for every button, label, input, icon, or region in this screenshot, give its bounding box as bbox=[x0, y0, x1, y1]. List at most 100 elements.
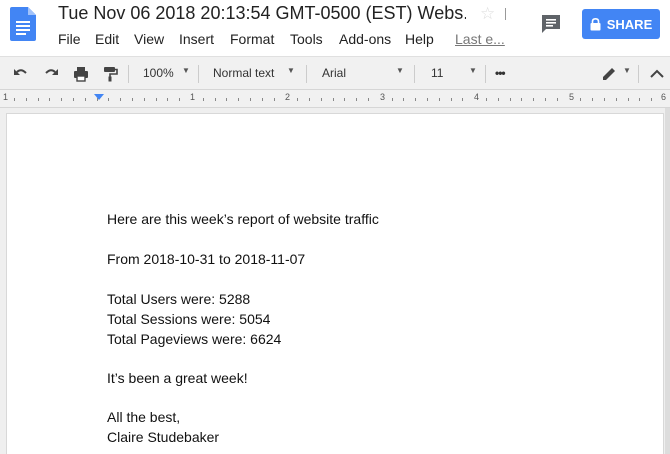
title-divider bbox=[505, 8, 506, 20]
ruler-tick bbox=[155, 98, 157, 101]
menu-addons[interactable]: Add-ons bbox=[339, 31, 391, 47]
pencil-icon[interactable] bbox=[600, 65, 618, 83]
style-select[interactable]: Normal text bbox=[213, 66, 274, 80]
ruler-tick bbox=[309, 98, 310, 101]
doc-line-sessions[interactable]: Total Sessions were: 5054 bbox=[107, 311, 270, 327]
ruler-tick bbox=[344, 98, 346, 101]
toolbar-divider bbox=[198, 65, 199, 83]
ruler-label: 4 bbox=[474, 92, 480, 102]
last-edit-link[interactable]: Last e... bbox=[455, 31, 505, 47]
ruler-tick bbox=[415, 98, 417, 101]
toolbar-divider bbox=[128, 65, 129, 83]
font-size-select[interactable]: 11 bbox=[431, 66, 443, 80]
font-size-caret-icon: ▼ bbox=[469, 66, 477, 75]
docs-header: Tue Nov 06 2018 20:13:54 GMT-0500 (EST) … bbox=[0, 0, 670, 56]
ruler-tick bbox=[96, 98, 98, 101]
ruler-tick bbox=[84, 98, 86, 101]
ruler-tick bbox=[297, 98, 299, 101]
document-page[interactable]: Here are this week’s report of website t… bbox=[6, 113, 664, 454]
ruler-tick bbox=[639, 98, 641, 101]
doc-line-pageviews[interactable]: Total Pageviews were: 6624 bbox=[107, 331, 281, 347]
paint-format-icon[interactable] bbox=[101, 65, 119, 83]
lock-icon bbox=[590, 17, 601, 30]
comment-icon[interactable] bbox=[538, 11, 564, 37]
ruler-tick bbox=[273, 98, 275, 101]
zoom-caret-icon: ▼ bbox=[182, 66, 190, 75]
menu-help[interactable]: Help bbox=[405, 31, 434, 47]
toolbar: 100% ▼ Normal text ▼ Arial ▼ 11 ▼ ••• ▼ bbox=[0, 56, 670, 90]
ruler-tick bbox=[368, 98, 369, 101]
ruler-tick bbox=[604, 98, 605, 101]
share-label: SHARE bbox=[606, 16, 653, 32]
ruler-tick bbox=[61, 98, 63, 101]
menu-tools[interactable]: Tools bbox=[290, 31, 323, 47]
ruler-label: 1 bbox=[190, 92, 196, 102]
ruler-tick bbox=[179, 98, 181, 101]
doc-line-signoff[interactable]: All the best, bbox=[107, 409, 180, 425]
ruler-label: 5 bbox=[569, 92, 575, 102]
ruler-tick bbox=[226, 98, 228, 101]
menu-format[interactable]: Format bbox=[230, 31, 274, 47]
ruler-tick bbox=[261, 98, 263, 101]
ruler-tick bbox=[486, 98, 487, 101]
ruler-tick bbox=[202, 98, 204, 101]
ruler-tick bbox=[391, 98, 393, 101]
ruler-tick bbox=[627, 98, 629, 101]
doc-line-users[interactable]: Total Users were: 5288 bbox=[107, 291, 250, 307]
zoom-select[interactable]: 100% bbox=[143, 66, 174, 80]
doc-line-date-range[interactable]: From 2018-10-31 to 2018-11-07 bbox=[107, 251, 305, 267]
menu-view[interactable]: View bbox=[134, 31, 164, 47]
document-title[interactable]: Tue Nov 06 2018 20:13:54 GMT-0500 (EST) … bbox=[58, 3, 466, 24]
ruler-label: 1 bbox=[3, 92, 9, 102]
ruler-label: 6 bbox=[661, 92, 667, 102]
ruler-tick bbox=[120, 98, 122, 101]
ruler-tick bbox=[521, 98, 523, 101]
chevron-up-icon[interactable] bbox=[648, 65, 666, 83]
redo-icon[interactable] bbox=[42, 65, 60, 83]
ruler-tick bbox=[497, 98, 499, 101]
ruler-tick bbox=[214, 98, 216, 101]
ruler-tick bbox=[427, 98, 428, 101]
share-button[interactable]: SHARE bbox=[582, 9, 660, 39]
ruler-tick bbox=[545, 98, 546, 101]
star-icon[interactable]: ☆ bbox=[480, 4, 495, 24]
vertical-scrollbar[interactable] bbox=[665, 108, 670, 454]
doc-line-signature[interactable]: Claire Studebaker bbox=[107, 429, 219, 445]
ruler-tick bbox=[580, 98, 582, 101]
ruler-tick bbox=[25, 98, 27, 101]
doc-line-intro[interactable]: Here are this week’s report of website t… bbox=[107, 211, 379, 227]
style-caret-icon: ▼ bbox=[287, 66, 295, 75]
ruler-tick bbox=[509, 98, 511, 101]
ruler-tick bbox=[403, 98, 405, 101]
print-icon[interactable] bbox=[72, 65, 90, 83]
ruler-tick bbox=[592, 98, 594, 101]
ruler-tick bbox=[615, 98, 617, 101]
more-button[interactable]: ••• bbox=[495, 66, 506, 80]
ruler-tick bbox=[132, 98, 133, 101]
menu-edit[interactable]: Edit bbox=[95, 31, 119, 47]
ruler-tick bbox=[108, 98, 110, 101]
indent-marker[interactable] bbox=[94, 94, 104, 100]
toolbar-divider bbox=[485, 65, 486, 83]
menu-insert[interactable]: Insert bbox=[179, 31, 214, 47]
toolbar-divider bbox=[306, 65, 307, 83]
menu-file[interactable]: File bbox=[58, 31, 81, 47]
ruler-tick bbox=[533, 98, 535, 101]
ruler-tick bbox=[143, 98, 145, 101]
docs-logo-icon[interactable] bbox=[10, 7, 36, 41]
ruler[interactable]: 1 1 2 3 4 5 6 bbox=[0, 90, 670, 108]
toolbar-divider bbox=[638, 65, 639, 83]
ruler-tick bbox=[238, 98, 240, 101]
ruler-label: 3 bbox=[380, 92, 386, 102]
font-select[interactable]: Arial bbox=[322, 66, 346, 80]
ruler-tick bbox=[462, 98, 464, 101]
doc-line-great-week[interactable]: It’s been a great week! bbox=[107, 370, 248, 386]
ruler-tick bbox=[73, 98, 74, 101]
edit-mode-caret-icon: ▼ bbox=[623, 66, 631, 75]
ruler-tick bbox=[332, 98, 334, 101]
ruler-tick bbox=[450, 98, 452, 101]
undo-icon[interactable] bbox=[12, 65, 30, 83]
ruler-tick bbox=[14, 98, 15, 101]
ruler-tick bbox=[651, 98, 653, 101]
ruler-label: 2 bbox=[285, 92, 291, 102]
